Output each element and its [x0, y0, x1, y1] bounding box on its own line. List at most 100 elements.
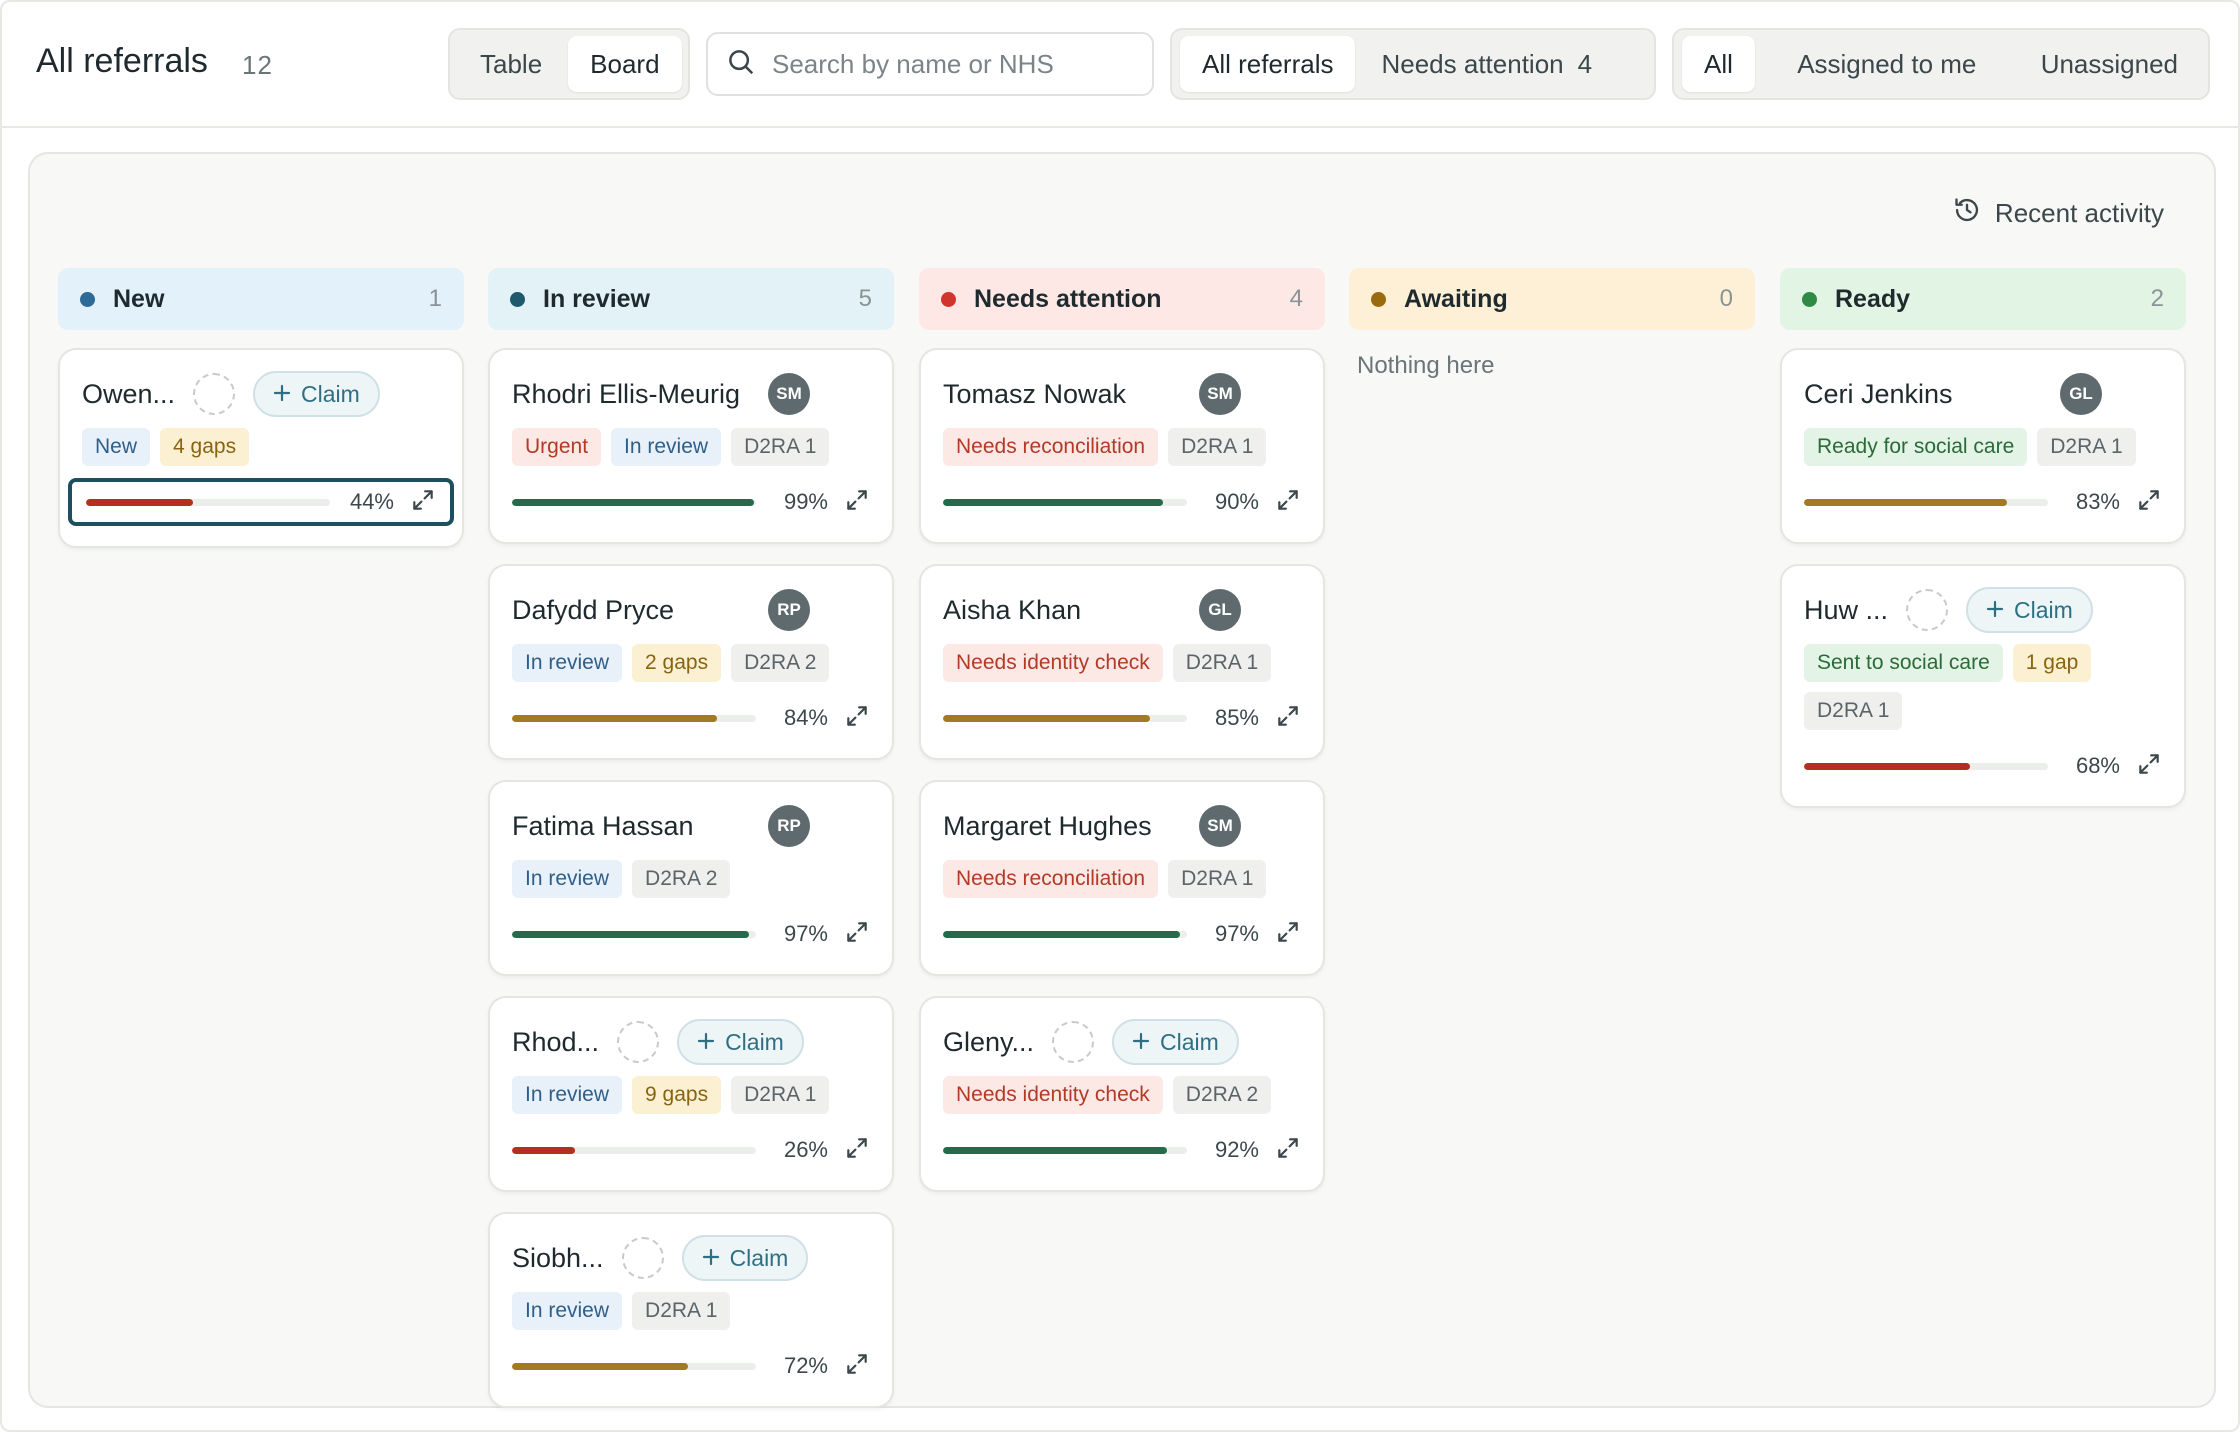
card-header: Aisha Khan GL [943, 588, 1301, 632]
card-tags: Needs identity check D2RA 1 [943, 644, 1301, 682]
status-tag: 1 gap [2012, 644, 2092, 682]
column-ready: Ready 2 Ceri Jenkins GL Ready for social car… [1780, 268, 2186, 808]
expand-icon[interactable] [844, 1135, 870, 1166]
progress-percent: 90% [1214, 489, 1259, 514]
unassigned-avatar [193, 373, 236, 415]
card-header: Margaret Hughes SM [943, 804, 1301, 848]
completeness-row: 26% [512, 1130, 870, 1170]
expand-icon[interactable] [844, 1351, 870, 1382]
claim-button[interactable]: Claim [1966, 587, 2093, 633]
referral-card[interactable]: Fatima Hassan RP In review D2RA 2 97% [488, 780, 894, 976]
expand-icon[interactable] [410, 487, 436, 518]
card-tags: In review 2 gaps D2RA 2 [512, 644, 870, 682]
referral-card[interactable]: Gleny... Claim Needs identity check D2RA 2 9… [919, 996, 1325, 1192]
claim-button[interactable]: Claim [1112, 1019, 1239, 1065]
tab-assigned-to-me-label: Assigned to me [1797, 48, 1977, 79]
progress-percent: 44% [349, 489, 394, 514]
patient-name: Ceri Jenkins [1804, 378, 1953, 409]
completeness-row: 97% [512, 914, 870, 954]
expand-icon[interactable] [1275, 487, 1301, 518]
expand-icon[interactable] [844, 919, 870, 950]
progress-bar [1804, 498, 2048, 506]
completeness-row: 83% [1804, 482, 2162, 522]
view-toggle: Table Board [448, 28, 690, 100]
column-status-dot [1371, 291, 1386, 307]
claim-button[interactable]: Claim [677, 1019, 804, 1065]
tab-needs-attention[interactable]: Needs attention 4 [1359, 36, 1614, 92]
patient-name: Huw ... [1804, 594, 1889, 625]
card-tags: In review D2RA 2 [512, 860, 870, 898]
plus-icon [273, 381, 291, 408]
empty-column-text: Nothing here [1357, 352, 1495, 379]
app-frame: All referrals 12 Table Board All referra… [0, 0, 2240, 1432]
claim-button[interactable]: Claim [681, 1235, 809, 1281]
progress-percent: 84% [783, 705, 828, 730]
patient-name: Owen... [82, 378, 176, 409]
assignee-avatar: SM [1199, 373, 1241, 415]
expand-icon[interactable] [844, 487, 870, 518]
column-title: Ready [1835, 284, 1911, 313]
expand-icon[interactable] [2136, 751, 2162, 782]
expand-icon[interactable] [844, 703, 870, 734]
referral-card[interactable]: Huw ... Claim Sent to social care 1 gap D2RA… [1780, 564, 2186, 808]
referral-card[interactable]: Siobh... Claim In review D2RA 1 72% [488, 1212, 894, 1408]
progress-fill [512, 498, 754, 506]
progress-fill [943, 714, 1151, 722]
progress-fill [512, 1146, 576, 1154]
referral-card[interactable]: Rhod... Claim In review 9 gaps D2RA 1 26% [488, 996, 894, 1192]
progress-percent: 85% [1214, 705, 1259, 730]
referral-card[interactable]: Owen... Claim New 4 gaps 44% [58, 348, 464, 548]
expand-icon[interactable] [1275, 919, 1301, 950]
tab-unassigned[interactable]: Unassigned [2019, 36, 2200, 92]
referral-card[interactable]: Margaret Hughes SM Needs reconciliation D2R… [919, 780, 1325, 976]
expand-icon[interactable] [1275, 703, 1301, 734]
search-input[interactable] [772, 48, 1132, 80]
status-tag: 2 gaps [632, 644, 722, 682]
column-title: In review [543, 284, 650, 313]
expand-icon[interactable] [2136, 487, 2162, 518]
status-tag: D2RA 1 [1804, 692, 1903, 730]
expand-icon[interactable] [1275, 1135, 1301, 1166]
status-tag: Needs reconciliation [943, 428, 1159, 466]
column-new: New 1 Owen... Claim New 4 gaps 44% [58, 268, 464, 548]
referral-card[interactable]: Ceri Jenkins GL Ready for social care D2RA … [1780, 348, 2186, 544]
view-table-button[interactable]: Table [458, 36, 564, 92]
completeness-row: 68% [1804, 746, 2162, 786]
card-header: Owen... Claim [82, 371, 440, 417]
tab-all-referrals[interactable]: All referrals [1180, 36, 1356, 92]
progress-percent: 26% [783, 1137, 828, 1162]
tab-assigned-to-me[interactable]: Assigned to me [1775, 36, 1998, 92]
referral-card[interactable]: Aisha Khan GL Needs identity check D2RA 1 85… [919, 564, 1325, 760]
column-title: Needs attention [974, 284, 1162, 313]
referral-card[interactable]: Rhodri Ellis-Meurig SM Urgent In review D2RA… [488, 348, 894, 544]
view-board-button[interactable]: Board [568, 36, 682, 92]
tab-needs-attention-label: Needs attention [1381, 48, 1564, 79]
referral-card[interactable]: Tomasz Nowak SM Needs reconciliation D2RA 1… [919, 348, 1325, 544]
progress-fill [1804, 498, 2007, 506]
status-tag: In review [611, 428, 722, 466]
column-status-dot [1802, 291, 1817, 307]
search-box[interactable] [706, 32, 1154, 96]
tab-all[interactable]: All [1682, 36, 1755, 92]
patient-name: Fatima Hassan [512, 810, 694, 841]
progress-bar [943, 1146, 1187, 1154]
page-header: All referrals 12 Table Board All referra… [2, 2, 2238, 128]
recent-activity-button[interactable]: Recent activity [1953, 196, 2164, 231]
status-tag: New [82, 428, 151, 466]
progress-bar [943, 498, 1187, 506]
status-tag: Needs identity check [943, 1076, 1163, 1114]
card-header: Rhod... Claim [512, 1019, 870, 1065]
card-tags: Needs reconciliation D2RA 1 [943, 860, 1301, 898]
progress-bar [943, 714, 1187, 722]
status-tag: Needs identity check [943, 644, 1163, 682]
column-header-awaiting: Awaiting 0 [1349, 268, 1755, 330]
claim-label: Claim [2014, 596, 2073, 623]
claim-button[interactable]: Claim [253, 371, 380, 417]
card-tags: New 4 gaps [82, 428, 440, 466]
referral-card[interactable]: Dafydd Pryce RP In review 2 gaps D2RA 2 84% [488, 564, 894, 760]
assignee-avatar: RP [768, 805, 810, 847]
assignee-avatar: GL [2060, 373, 2102, 415]
recent-activity-label: Recent activity [1994, 198, 2164, 228]
status-tag: 4 gaps [160, 428, 250, 466]
card-tags: In review 9 gaps D2RA 1 [512, 1076, 870, 1114]
